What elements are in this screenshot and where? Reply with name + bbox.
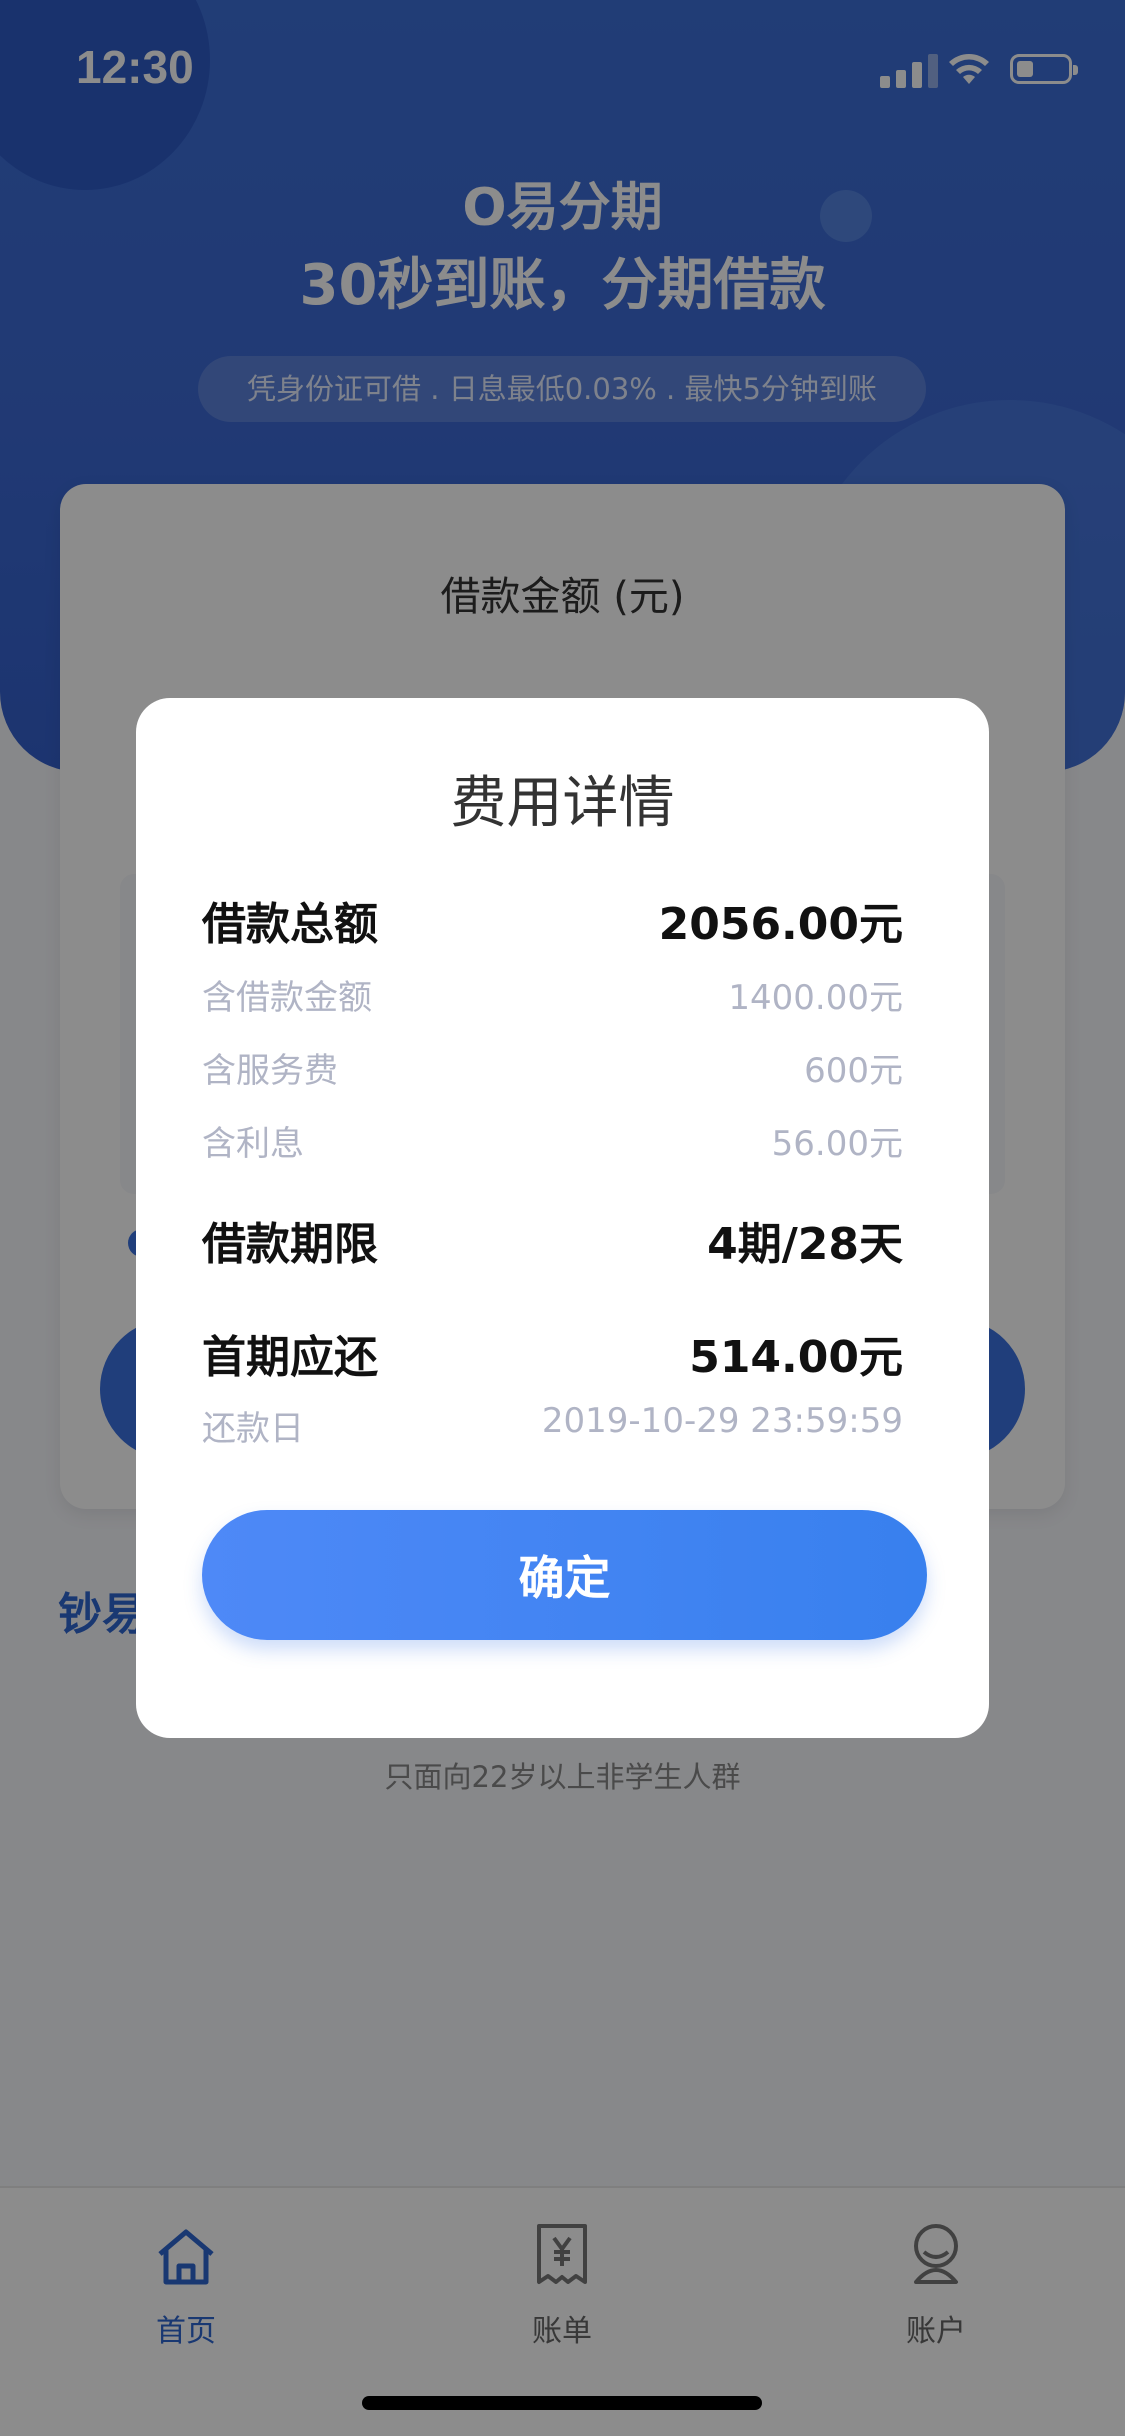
due-date-label: 还款日 (202, 1409, 304, 1449)
term-label: 借款期限 (202, 1219, 378, 1270)
home-indicator (362, 2396, 762, 2410)
term-value: 4期/28天 (707, 1219, 903, 1270)
total-value: 2056.00元 (658, 899, 903, 950)
service-fee-label: 含服务费 (202, 1051, 338, 1091)
fee-details-dialog: 费用详情 借款总额 2056.00元 含借款金额 1400.00元 含服务费 6… (136, 698, 989, 1738)
confirm-button[interactable]: 确定 (202, 1510, 927, 1640)
interest-value: 56.00元 (771, 1124, 903, 1164)
app-screen: O易分期 30秒到账，分期借款 凭身份证可借 . 日息最低0.03% . 最快5… (0, 0, 1125, 2436)
dialog-title: 费用详情 (450, 771, 675, 836)
principal-value: 1400.00元 (728, 978, 903, 1018)
due-date-value: 2019-10-29 23:59:59 (541, 1401, 903, 1441)
first-payment-label: 首期应还 (202, 1332, 378, 1383)
interest-label: 含利息 (202, 1124, 304, 1164)
service-fee-value: 600元 (804, 1051, 903, 1091)
total-label: 借款总额 (202, 899, 378, 950)
principal-label: 含借款金额 (202, 978, 372, 1018)
first-payment-value: 514.00元 (689, 1332, 903, 1383)
